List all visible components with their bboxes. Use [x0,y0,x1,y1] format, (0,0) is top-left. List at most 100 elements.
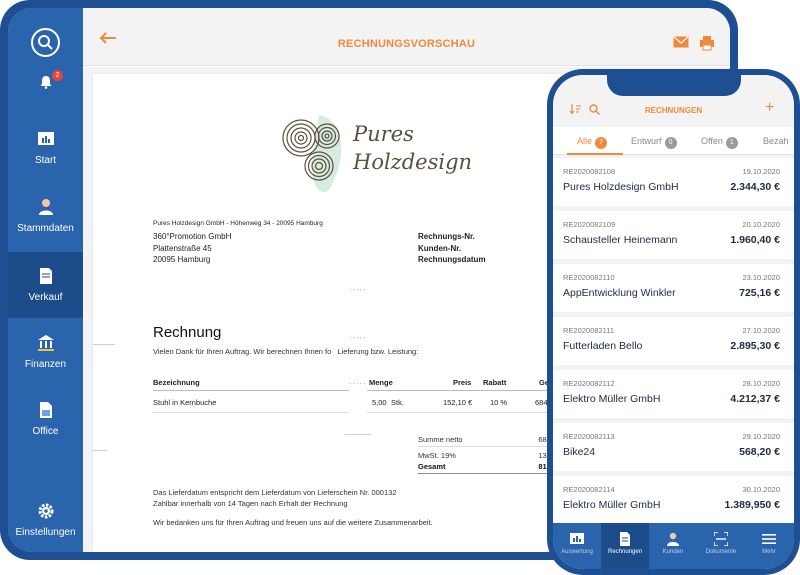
active-tab-indicator [567,153,623,155]
invoice-list-item[interactable]: RE2020082113 29.10.2020 Bike24 568,20 € [553,423,794,471]
meta-label: Rechnungs-Nr. [418,232,475,241]
tab-offen[interactable]: Offen 1 [701,136,738,149]
nav-auswertung[interactable]: Auswertung [553,523,601,569]
row-price: 152,10 € [443,398,473,407]
nav-mehr[interactable]: Mehr [745,523,793,569]
recipient-address: 360°Promotion GmbH Plattenstraße 45 2009… [153,231,231,266]
thank-you-note: Wir bedanken uns für Ihren Auftrag und f… [153,518,433,527]
chart-icon [570,533,584,544]
bell-icon[interactable] [39,75,53,89]
invoice-id: RE2020082109 [563,220,616,229]
tab-label: Bezah [763,136,789,146]
tab-bezahlt[interactable]: Bezah [763,136,789,146]
tab-count: 0 [664,137,677,149]
invoice-meta-labels: Rechnungs-Nr. Kunden-Nr. Rechnungsdatum [418,231,486,266]
tab-entwurf[interactable]: Entwurf 0 [631,136,677,149]
invoice-amount: 725,16 € [739,287,780,299]
phone-screen: RECHNUNGEN + Alle 7 Entwurf 0 Offen 1 Bezah… [553,75,794,569]
sidebar-item-verkauf[interactable]: Verkauf [8,252,83,318]
search-button[interactable] [31,28,60,57]
invoice-amount: 1.960,40 € [730,234,780,246]
add-invoice-button[interactable]: + [765,99,774,117]
logo-text-line2: Holzdesign [353,150,473,174]
invoice-amount: 2.344,30 € [730,181,780,193]
invoice-id: RE2020082112 [563,379,615,388]
sidebar-item-label: Office [32,426,59,437]
invoice-customer: Pures Holzdesign GmbH [563,181,679,193]
document-icon [620,532,630,546]
column-header-discount: Rabatt [483,378,507,387]
recipient-line: 360°Promotion GmbH [153,232,232,241]
sidebar-item-start[interactable]: Start [8,130,83,180]
divider [93,344,115,345]
table-row-line [153,412,349,413]
logo-text-line1: Pures [353,122,414,146]
invoice-list-item[interactable]: RE2020082112 28.10.2020 Elektro Müller G… [553,370,794,418]
sidebar-item-label: Verkauf [28,292,63,303]
tab-alle[interactable]: Alle 7 [577,136,608,149]
person-icon [38,199,53,215]
sidebar-item-finanzen[interactable]: Finanzen [8,334,83,384]
phone-title: RECHNUNGEN [644,106,703,115]
row-unit: Stk. [391,398,404,407]
row-qty: 5,00 [372,398,387,407]
row-discount: 10 % [490,398,508,407]
nav-dokumente[interactable]: Dokumente [697,523,745,569]
mail-icon[interactable] [673,36,689,48]
sidebar-item-stammdaten[interactable]: Stammdaten [8,198,83,248]
intro-text-rest: Lieferung bzw. Leistung: [337,347,419,356]
invoice-amount: 568,20 € [739,446,780,458]
invoice-amount: 2.895,30 € [730,340,780,352]
sidebar-item-label: Einstellungen [15,527,76,538]
tab-count: 7 [595,137,608,149]
invoice-amount: 4.212,37 € [730,393,780,405]
nav-kunden[interactable]: Kunden [649,523,697,569]
company-logo: Pures Holzdesign [279,110,473,210]
document-icon [39,268,52,284]
invoice-list-item[interactable]: RE2020082108 19.10.2020 Pures Holzdesign… [553,158,794,206]
summary-net-label: Summe netto [418,435,463,444]
table-row-line [367,412,557,413]
invoice-list-item[interactable]: RE2020082111 27.10.2020 Futterladen Bell… [553,317,794,365]
tab-label: Alle [577,136,593,146]
invoice-date: 27.10.2020 [742,326,780,335]
invoice-customer: Schausteller Heinemann [563,234,678,246]
nav-label: Dokumente [705,549,737,555]
invoice-list-item[interactable]: RE2020082110 23.10.2020 AppEntwicklung W… [553,264,794,312]
recipient-line: 20095 Hamburg [153,255,211,264]
column-header-desc: Bezeichnung [153,378,200,387]
sidebar-item-office[interactable]: Office [8,401,83,451]
payment-terms: Zahlbar innerhalb von 14 Tagen nach Erha… [153,499,348,508]
invoice-list-item[interactable]: RE2020082114 30.10.2020 Elektro Müller G… [553,476,794,524]
gear-icon [38,503,53,519]
sidebar-item-label: Start [34,155,57,166]
sidebar-item-einstellungen[interactable]: Einstellungen [8,502,83,548]
invoice-date: 30.10.2020 [742,485,780,494]
summary-total-label: Gesamt [418,462,446,471]
invoice-customer: AppEntwicklung Winkler [563,287,676,299]
summary-line [418,446,558,447]
invoice-date: 28.10.2020 [742,379,780,388]
column-header-qty: Menge [369,378,393,387]
invoice-date: 29.10.2020 [742,432,780,441]
nav-label: Auswertung [561,549,593,555]
summary-tax-label: MwSt. 19% [418,451,456,460]
tab-label: Offen [701,136,723,146]
invoice-date: 19.10.2020 [742,167,780,176]
printer-icon[interactable] [699,35,715,51]
table-header-line [153,390,349,391]
invoice-list-item[interactable]: RE2020082109 20.10.2020 Schausteller Hei… [553,211,794,259]
bottom-nav: Auswertung Rechnungen Kunden Dokumente M… [553,523,794,569]
delivery-note: Das Lieferdatum entspricht dem Lieferdat… [153,488,397,497]
invoice-id: RE2020082114 [563,485,615,494]
page-title: RECHNUNGSVORSCHAU [337,38,476,50]
nav-label: Kunden [662,549,684,555]
row-desc: Stuhl in Kernbuche [153,398,217,407]
nav-rechnungen[interactable]: Rechnungen [601,523,649,569]
bank-icon [37,335,54,351]
meta-label: Rechnungsdatum [418,255,486,264]
page-break-dots: ..... [349,330,367,340]
invoice-id: RE2020082108 [563,167,616,176]
phone-notch [607,75,741,96]
invoice-date: 23.10.2020 [742,273,780,282]
